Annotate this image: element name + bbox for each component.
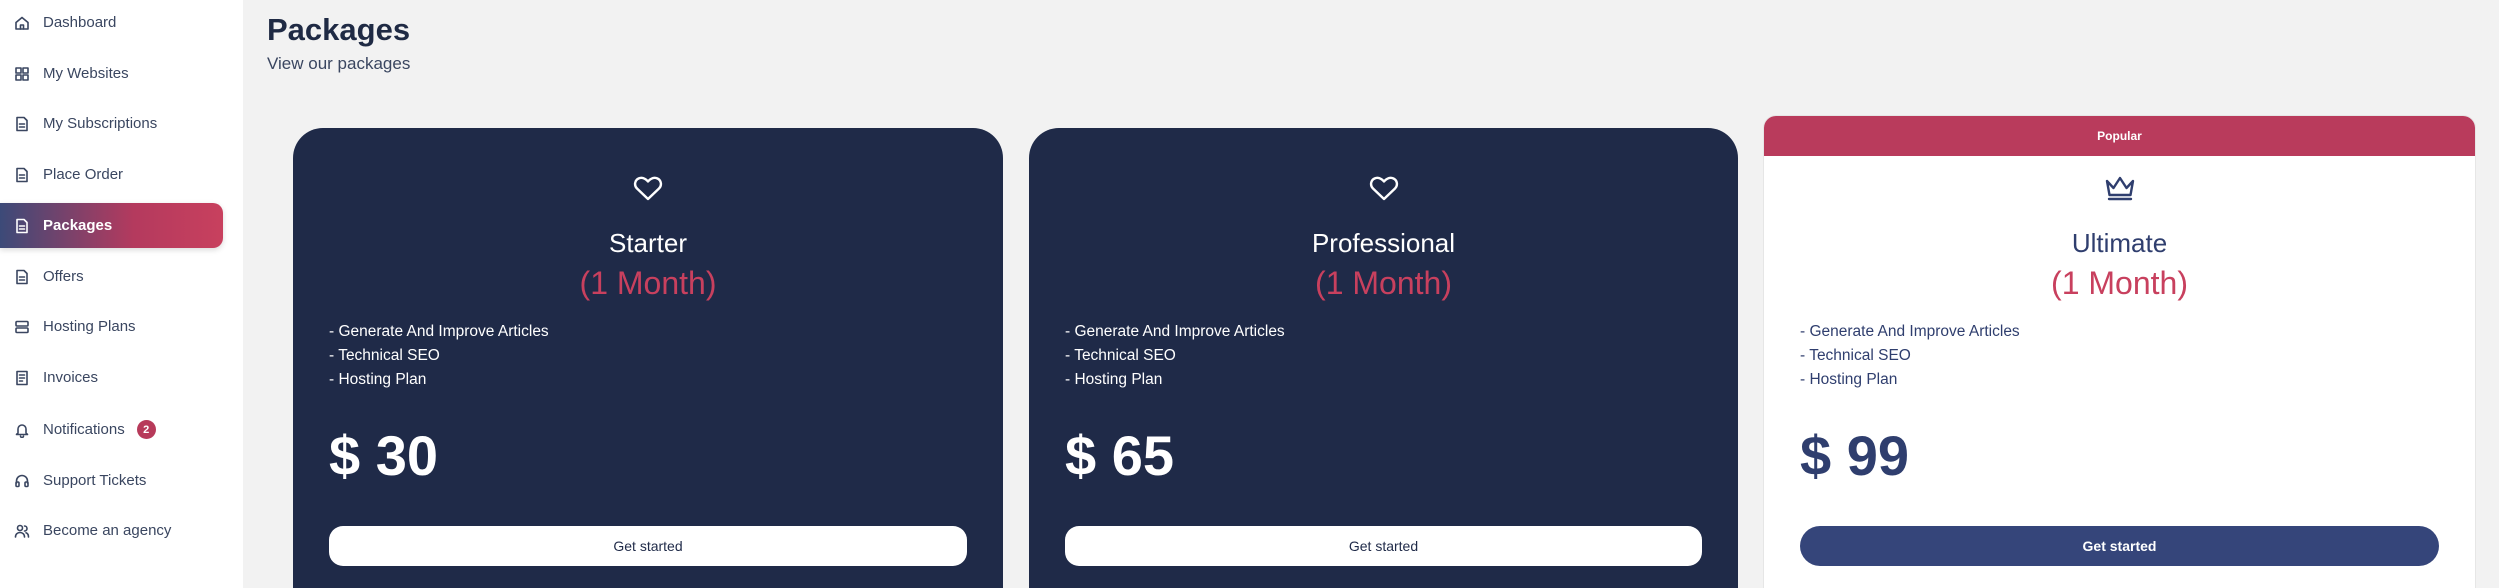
get-started-button[interactable]: Get started xyxy=(329,526,967,566)
package-card-professional: Professional (1 Month) - Generate And Im… xyxy=(1029,128,1738,588)
get-started-button[interactable]: Get started xyxy=(1065,526,1702,566)
sidebar-item-invoices[interactable]: Invoices xyxy=(0,355,223,400)
sidebar-item-label: Offers xyxy=(43,268,84,285)
feature-item: - Hosting Plan xyxy=(329,371,427,388)
feature-item: - Generate And Improve Articles xyxy=(1065,323,1285,340)
popular-banner: Popular xyxy=(1764,116,2475,156)
sidebar-item-become-an-agency[interactable]: Become an agency xyxy=(0,508,223,553)
sidebar-item-label: Place Order xyxy=(43,166,124,183)
sidebar-item-label: Invoices xyxy=(43,369,99,386)
sidebar-item-label: Notifications xyxy=(43,421,125,438)
package-name: Professional xyxy=(1311,228,1456,258)
sidebar-item-notifications[interactable]: Notifications 2 xyxy=(0,407,223,452)
page-subtitle: View our packages xyxy=(267,54,411,73)
invoice-icon xyxy=(14,370,30,386)
package-name: Starter xyxy=(608,228,688,258)
feature-item: - Generate And Improve Articles xyxy=(1800,323,2020,340)
sidebar-item-label: My Websites xyxy=(43,65,129,82)
server-icon xyxy=(14,319,30,335)
feature-item: - Technical SEO xyxy=(329,347,440,364)
feature-item: - Hosting Plan xyxy=(1065,371,1163,388)
sidebar-item-label: Support Tickets xyxy=(43,472,147,489)
sidebar-item-place-order[interactable]: Place Order xyxy=(0,152,223,197)
sidebar-item-support-tickets[interactable]: Support Tickets xyxy=(0,458,223,503)
bell-icon xyxy=(14,422,30,438)
sidebar-item-dashboard[interactable]: Dashboard xyxy=(0,0,223,45)
package-price: $ 30 xyxy=(329,424,438,487)
document-icon xyxy=(14,116,30,132)
feature-item: - Technical SEO xyxy=(1800,347,1911,364)
get-started-button[interactable]: Get started xyxy=(1800,526,2439,566)
package-features: - Generate And Improve Articles - Techni… xyxy=(329,320,549,392)
feature-item: - Technical SEO xyxy=(1065,347,1176,364)
sidebar-item-label: Packages xyxy=(43,217,113,234)
sidebar: Dashboard My Websites My Subscriptions P… xyxy=(0,0,243,588)
page-title: Packages xyxy=(267,12,411,47)
sidebar-item-hosting-plans[interactable]: Hosting Plans xyxy=(0,304,223,349)
package-duration: (1 Month) xyxy=(1315,265,1452,301)
package-duration: (1 Month) xyxy=(2051,265,2188,301)
package-price: $ 99 xyxy=(1800,424,1909,487)
package-features: - Generate And Improve Articles - Techni… xyxy=(1800,320,2020,392)
grid-icon xyxy=(14,66,30,82)
sidebar-item-my-subscriptions[interactable]: My Subscriptions xyxy=(0,101,223,146)
sidebar-item-offers[interactable]: Offers xyxy=(0,254,223,299)
sidebar-item-label: Dashboard xyxy=(43,14,117,31)
sidebar-item-label: Hosting Plans xyxy=(43,318,136,335)
document-icon xyxy=(14,269,30,285)
sidebar-item-label: Become an agency xyxy=(43,522,172,539)
package-price: $ 65 xyxy=(1065,424,1174,487)
headset-icon xyxy=(14,473,30,489)
heart-icon xyxy=(632,172,664,204)
sidebar-item-my-websites[interactable]: My Websites xyxy=(0,51,223,96)
package-name: Ultimate xyxy=(2071,228,2168,258)
package-card-starter: Starter (1 Month) - Generate And Improve… xyxy=(293,128,1003,588)
document-icon xyxy=(14,218,30,234)
package-features: - Generate And Improve Articles - Techni… xyxy=(1065,320,1285,392)
package-duration: (1 Month) xyxy=(579,265,717,301)
sidebar-item-packages[interactable]: Packages xyxy=(0,203,223,248)
notification-count-badge: 2 xyxy=(136,420,156,439)
heart-icon xyxy=(1368,172,1400,204)
feature-item: - Hosting Plan xyxy=(1800,371,1898,388)
sidebar-item-label: My Subscriptions xyxy=(43,115,158,132)
package-card-ultimate: Popular Ultimate (1 Month) - Generate An… xyxy=(1764,116,2475,588)
users-icon xyxy=(14,523,30,539)
crown-icon xyxy=(2104,172,2136,204)
home-icon xyxy=(14,15,30,31)
document-icon xyxy=(14,167,30,183)
feature-item: - Generate And Improve Articles xyxy=(329,323,549,340)
